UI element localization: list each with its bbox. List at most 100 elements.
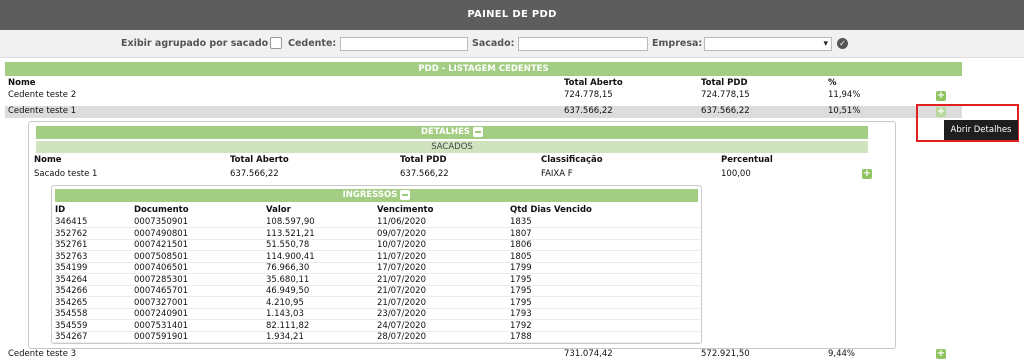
sacado-total-aberto: 637.566,22: [230, 169, 279, 179]
col-classificacao: Classificação: [541, 155, 603, 165]
cell-vencimento: 10/07/2020: [377, 240, 426, 250]
table-row[interactable]: Cedente teste 3 731.074,42 572.921,50 9,…: [5, 349, 962, 360]
cell-qtd-dias: 1788: [510, 332, 532, 342]
sacado-nome: Sacado teste 1: [34, 169, 98, 179]
cell-vencimento: 24/07/2020: [377, 320, 426, 331]
cell-id: 354266: [55, 286, 88, 296]
cell-id: 354559: [55, 320, 88, 331]
table-row[interactable]: 354267 0007591901 1.934,21 28/07/2020 1788: [55, 332, 700, 343]
table-row[interactable]: 352761 0007421501 51.550,78 10/07/2020 1806: [55, 240, 700, 251]
ingressos-header: INGRESSOS: [55, 189, 698, 202]
cell-documento: 0007240901: [134, 309, 189, 319]
table-row[interactable]: 354266 0007465701 46.949,50 21/07/2020 1795: [55, 286, 700, 297]
table-row[interactable]: 354264 0007285301 35.680,11 21/07/2020 1795: [55, 275, 700, 286]
cell-vencimento: 28/07/2020: [377, 332, 426, 342]
cell-documento: 0007508501: [134, 251, 189, 262]
table-row[interactable]: 354199 0007406501 76.966,30 17/07/2020 1799: [55, 263, 700, 274]
group-by-sacado-label: Exibir agrupado por sacado: [121, 38, 269, 49]
cell-vencimento: 11/06/2020: [377, 217, 426, 227]
cedente-total-aberto: 724.778,15: [564, 90, 613, 100]
cell-valor: 114.900,41: [266, 251, 315, 262]
cell-id: 352761: [55, 240, 88, 250]
cedente-total-pdd: 724.778,15: [701, 90, 750, 100]
sacados-header: Nome Total Aberto Total PDD Classificaçã…: [34, 155, 874, 166]
details-title: DETALHES: [420, 127, 471, 137]
cedente-input[interactable]: [340, 37, 468, 51]
cell-id: 352762: [55, 228, 88, 239]
cedente-total-aberto: 731.074,42: [564, 349, 613, 359]
ingressos-title: INGRESSOS: [342, 190, 398, 200]
cedente-percent: 11,94%: [828, 90, 861, 100]
cell-vencimento: 09/07/2020: [377, 228, 426, 239]
cell-valor: 113.521,21: [266, 228, 315, 239]
cell-id: 352763: [55, 251, 88, 262]
plus-icon[interactable]: +: [936, 349, 946, 359]
cell-valor: 46.949,50: [266, 286, 310, 296]
cell-vencimento: 17/07/2020: [377, 263, 426, 273]
cell-id: 354267: [55, 332, 88, 342]
cell-qtd-dias: 1792: [510, 320, 532, 331]
cell-valor: 4.210,95: [266, 297, 304, 308]
ingressos-panel: INGRESSOS ID Documento Valor Vencimento …: [51, 185, 702, 344]
minus-icon[interactable]: [400, 189, 411, 200]
cedente-nome: Cedente teste 2: [8, 90, 77, 100]
filter-bar: Exibir agrupado por sacado Cedente: Saca…: [0, 30, 1024, 58]
col-total-pdd: Total PDD: [701, 78, 748, 88]
cell-vencimento: 21/07/2020: [377, 297, 426, 308]
sacado-percentual: 100,00: [721, 169, 751, 179]
table-row[interactable]: Cedente teste 2 724.778,15 724.778,15 11…: [5, 90, 962, 101]
cell-documento: 0007285301: [134, 274, 189, 285]
empresa-label: Empresa:: [652, 38, 703, 49]
table-row[interactable]: 352763 0007508501 114.900,41 11/07/2020 1805: [55, 252, 700, 263]
sacado-row[interactable]: Sacado teste 1 637.566,22 637.566,22 FAI…: [34, 169, 874, 180]
col-percentual: Percentual: [721, 155, 773, 165]
col-nome: Nome: [34, 155, 62, 165]
sacado-input[interactable]: [518, 37, 648, 51]
cedente-total-pdd: 572.921,50: [701, 349, 750, 359]
cell-valor: 76.966,30: [266, 263, 310, 273]
cedente-total-pdd: 637.566,22: [701, 106, 750, 116]
page-title: PAINEL DE PDD: [0, 0, 1024, 30]
sacado-classificacao: FAIXA F: [541, 169, 573, 179]
cell-documento: 0007531401: [134, 320, 189, 331]
cedente-label: Cedente:: [288, 38, 337, 49]
cell-valor: 51.550,78: [266, 240, 310, 250]
col-documento: Documento: [134, 205, 189, 215]
details-header: DETALHES: [36, 126, 868, 139]
cell-documento: 0007406501: [134, 263, 189, 273]
empresa-select[interactable]: ▾: [704, 37, 832, 51]
check-circle-icon[interactable]: ✓: [837, 38, 848, 49]
group-by-sacado-checkbox[interactable]: [270, 37, 282, 49]
table-row[interactable]: 354265 0007327001 4.210,95 21/07/2020 1795: [55, 298, 700, 309]
cedente-percent: 10,51%: [828, 106, 861, 116]
chevron-down-icon: ▾: [823, 39, 828, 49]
cell-valor: 35.680,11: [266, 274, 310, 285]
minus-icon[interactable]: [473, 126, 484, 137]
table-row[interactable]: 354558 0007240901 1.143,03 23/07/2020 1793: [55, 309, 700, 320]
col-total-aberto: Total Aberto: [230, 155, 289, 165]
col-qtd-dias: Qtd Dias Vencido: [510, 205, 592, 215]
cell-valor: 82.111,82: [266, 320, 310, 331]
cell-qtd-dias: 1835: [510, 217, 532, 227]
table-row-selected[interactable]: Cedente teste 1 637.566,22 637.566,22 10…: [5, 106, 962, 118]
cedente-nome: Cedente teste 3: [8, 349, 77, 359]
cell-id: 354264: [55, 274, 88, 285]
cell-id: 354558: [55, 309, 88, 319]
table-row[interactable]: 346415 0007350901 108.597,90 11/06/2020 1835: [55, 217, 700, 228]
cell-valor: 1.143,03: [266, 309, 304, 319]
cedente-nome: Cedente teste 1: [8, 106, 77, 116]
table-row[interactable]: 354559 0007531401 82.111,82 24/07/2020 1792: [55, 321, 700, 332]
cell-documento: 0007327001: [134, 297, 189, 308]
cell-id: 346415: [55, 217, 88, 227]
sacado-total-pdd: 637.566,22: [400, 169, 449, 179]
col-valor: Valor: [266, 205, 291, 215]
cell-qtd-dias: 1807: [510, 228, 532, 239]
cell-qtd-dias: 1805: [510, 251, 532, 262]
plus-icon[interactable]: +: [936, 91, 946, 101]
listing-header: Nome Total Aberto Total PDD %: [5, 78, 962, 89]
details-panel: DETALHES SACADOS Nome Total Aberto Total…: [28, 121, 896, 349]
plus-icon[interactable]: +: [862, 169, 872, 179]
cell-valor: 1.934,21: [266, 332, 304, 342]
table-row[interactable]: 352762 0007490801 113.521,21 09/07/2020 1807: [55, 229, 700, 240]
cell-qtd-dias: 1795: [510, 297, 532, 308]
